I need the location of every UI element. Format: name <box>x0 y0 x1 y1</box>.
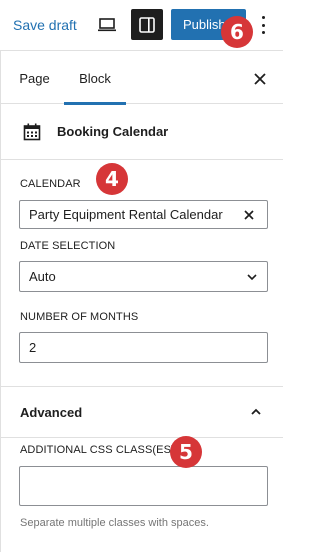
clear-calendar-button[interactable] <box>241 207 257 223</box>
css-help-text: Separate multiple classes with spaces. <box>20 517 209 529</box>
close-icon <box>254 73 266 85</box>
date-selection-select[interactable]: Auto <box>19 261 268 292</box>
advanced-panel-toggle[interactable]: Advanced <box>1 386 283 438</box>
more-vertical-icon[interactable] <box>256 14 270 36</box>
sidebar-tabs: Page Block <box>1 52 283 105</box>
chevron-down-icon <box>247 274 257 281</box>
calendar-value: Party Equipment Rental Calendar <box>29 207 223 222</box>
publish-label: Publish <box>183 17 226 32</box>
block-title: Booking Calendar <box>57 124 169 139</box>
css-class-label: ADDITIONAL CSS CLASS(ES) <box>20 444 175 456</box>
annotation-badge-6: 6 <box>221 16 253 48</box>
tab-page[interactable]: Page <box>7 52 62 104</box>
chevron-up-icon <box>251 408 261 415</box>
calendar-field[interactable]: Party Equipment Rental Calendar <box>19 200 268 229</box>
tab-block[interactable]: Block <box>64 52 126 105</box>
close-icon <box>244 210 254 220</box>
months-label: NUMBER OF MONTHS <box>20 311 139 323</box>
calendar-label: CALENDAR <box>20 178 81 190</box>
laptop-icon <box>98 18 116 32</box>
annotation-badge-4: 4 <box>96 163 128 195</box>
date-selection-label: DATE SELECTION <box>20 240 116 252</box>
preview-device-button[interactable] <box>94 12 120 38</box>
months-value: 2 <box>29 340 37 355</box>
save-draft-button[interactable]: Save draft <box>13 16 77 34</box>
sidebar-toggle-icon <box>139 16 155 33</box>
date-selection-value: Auto <box>29 269 56 284</box>
months-input[interactable]: 2 <box>19 332 268 363</box>
annotation-badge-5: 5 <box>170 436 202 468</box>
block-card: Booking Calendar <box>1 104 283 160</box>
advanced-title: Advanced <box>20 405 83 420</box>
calendar-icon <box>23 123 41 141</box>
settings-toggle-button[interactable] <box>131 9 163 40</box>
close-sidebar-button[interactable] <box>249 68 271 90</box>
css-class-input[interactable] <box>19 466 268 506</box>
